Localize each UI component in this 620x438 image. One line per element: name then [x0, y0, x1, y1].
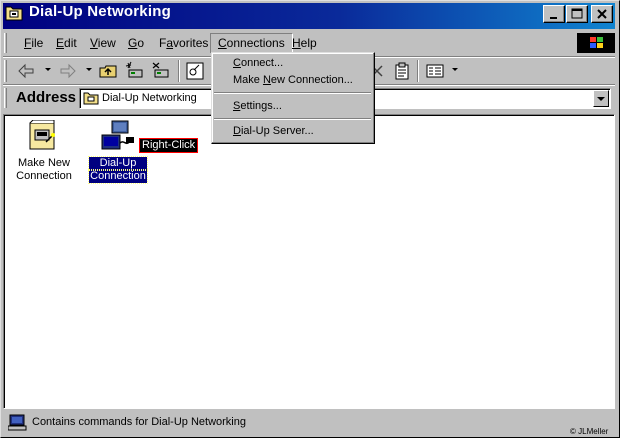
dial-up-connection-label[interactable]: Dial-Up Connection: [88, 156, 148, 184]
menu-go[interactable]: Go: [126, 36, 146, 50]
forward-button[interactable]: [56, 59, 80, 83]
right-click-callout: Right-Click: [139, 138, 199, 153]
address-grip[interactable]: [4, 88, 7, 108]
back-button[interactable]: [14, 59, 38, 83]
map-drive-icon: [125, 61, 143, 78]
windows-flag-icon: [590, 37, 603, 48]
map-drive-button[interactable]: [123, 59, 147, 83]
views-dropdown-icon[interactable]: [452, 68, 458, 71]
forward-dropdown-icon[interactable]: [86, 68, 92, 71]
disconnect-drive-button[interactable]: [149, 59, 173, 83]
up-folder-button[interactable]: [96, 59, 120, 83]
cut-button[interactable]: [183, 59, 207, 83]
up-folder-icon: [99, 65, 117, 78]
properties-icon: [395, 62, 409, 80]
address-value: Dial-Up Networking: [102, 92, 197, 104]
make-new-connection-label[interactable]: Make New Connection: [12, 157, 76, 183]
cut-icon: [186, 62, 204, 80]
address-folder-icon: [83, 91, 99, 108]
status-text: Contains commands for Dial-Up Networking: [32, 416, 246, 428]
menu-separator: [214, 92, 371, 94]
dial-up-folder-icon[interactable]: [5, 4, 23, 21]
menu-view[interactable]: View: [88, 36, 118, 50]
disconnect-drive-icon: [152, 62, 169, 78]
forward-arrow-icon: [60, 63, 76, 79]
dial-up-connection-icon[interactable]: [100, 119, 136, 156]
make-new-connection-icon[interactable]: [27, 119, 59, 155]
copyright-text: © JLMeller: [570, 427, 609, 436]
menu-separator: [214, 118, 371, 120]
toolbar-grip[interactable]: [4, 60, 7, 82]
maximize-button[interactable]: [566, 5, 588, 23]
minimize-button[interactable]: [543, 5, 565, 23]
back-arrow-icon: [18, 63, 34, 79]
menu-favorites[interactable]: Favorites: [157, 36, 210, 50]
menu-item-make-new-connection[interactable]: Make New Connection...: [233, 74, 353, 86]
toolbar-divider-2: [417, 60, 419, 82]
menu-edit[interactable]: Edit: [54, 36, 79, 50]
window-title: Dial-Up Networking: [29, 3, 171, 20]
menu-grip[interactable]: [4, 33, 7, 53]
close-icon: [597, 9, 607, 19]
address-dropdown-button[interactable]: [593, 90, 609, 107]
views-button[interactable]: [423, 59, 447, 83]
menu-help[interactable]: Help: [290, 36, 319, 50]
back-dropdown-icon[interactable]: [45, 68, 51, 71]
close-button[interactable]: [591, 5, 613, 23]
menu-connections[interactable]: Connections: [210, 33, 293, 54]
menu-item-dial-up-server[interactable]: Dial-Up Server...: [233, 125, 314, 137]
toolbar-divider: [178, 60, 180, 82]
properties-button[interactable]: [390, 59, 414, 83]
maximize-icon: [571, 8, 583, 19]
dial-up-status-icon: [7, 413, 28, 434]
views-icon: [426, 64, 444, 78]
windows-logo: [577, 33, 615, 53]
minimize-icon: [550, 17, 557, 19]
menu-item-settings[interactable]: Settings...: [233, 100, 282, 112]
menu-file[interactable]: File: [22, 36, 45, 50]
address-label: Address: [16, 89, 77, 106]
menu-item-connect[interactable]: Connect...: [233, 57, 283, 69]
